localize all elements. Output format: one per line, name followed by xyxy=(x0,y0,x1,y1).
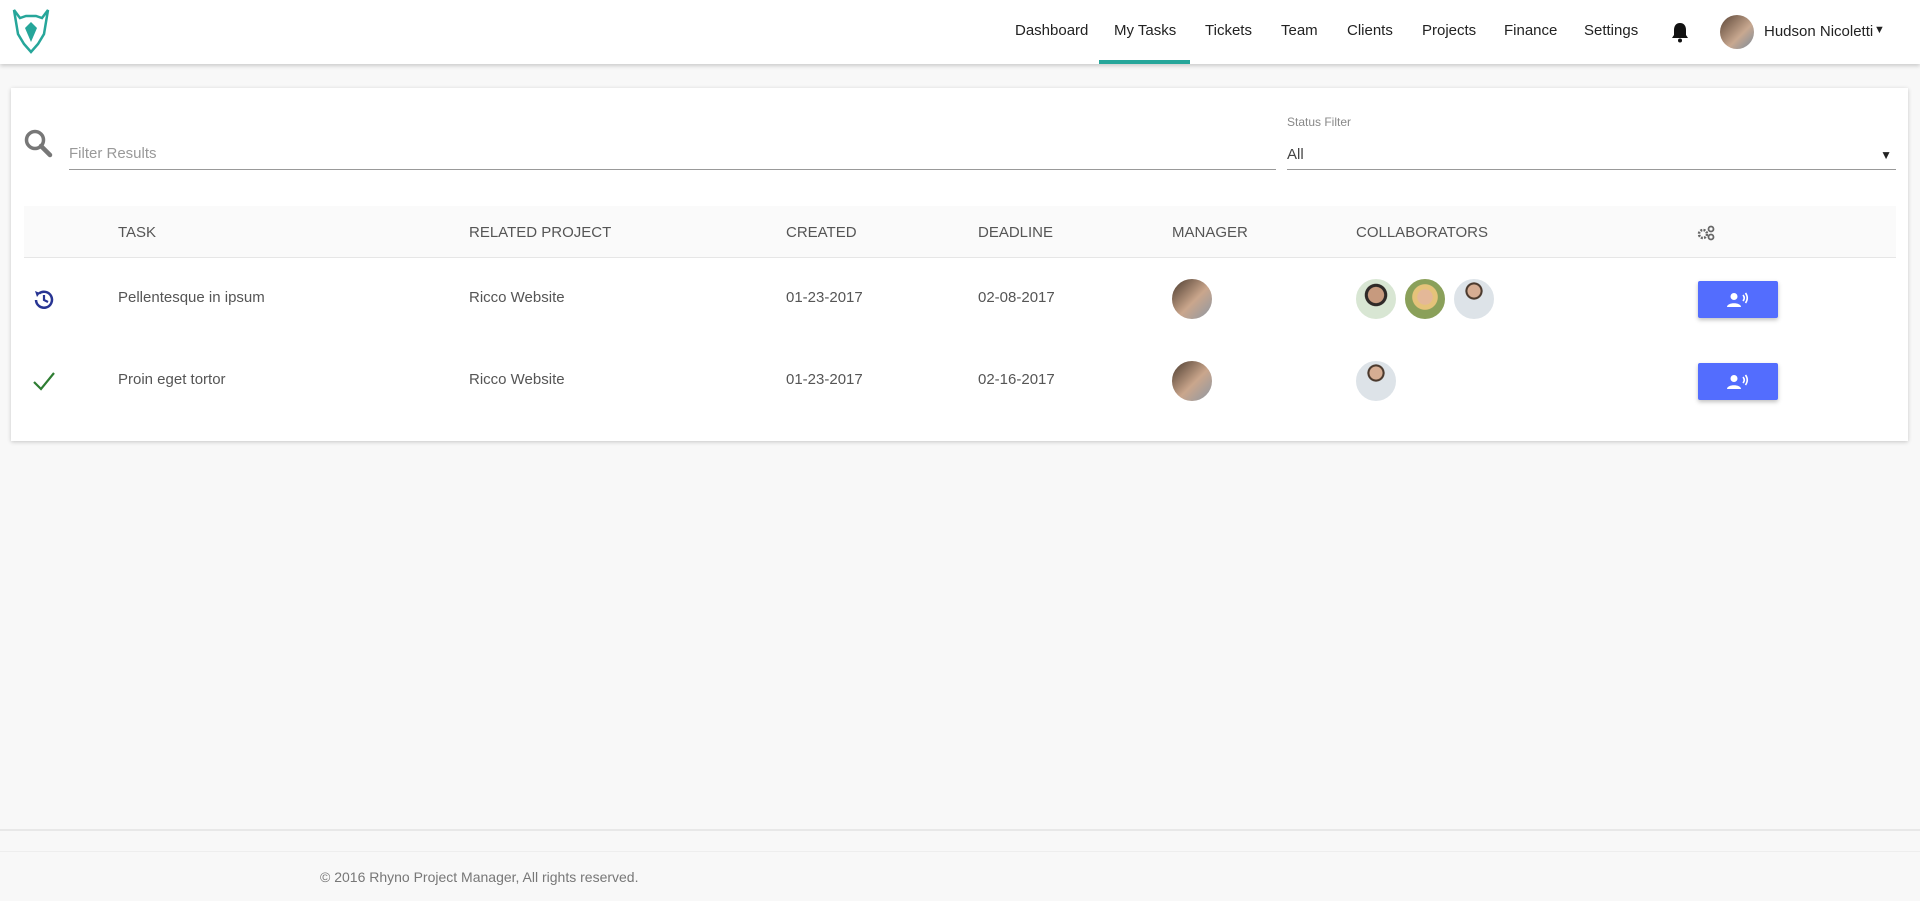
footer-divider xyxy=(0,829,1920,831)
active-tab-indicator xyxy=(1099,60,1190,64)
nav-settings[interactable]: Settings xyxy=(1584,22,1638,39)
collaborator-avatar[interactable] xyxy=(1354,359,1398,403)
user-voice-icon xyxy=(1727,292,1749,307)
bell-icon[interactable] xyxy=(1670,21,1690,43)
collaborator-avatar[interactable] xyxy=(1452,277,1496,321)
created-date: 01-23-2017 xyxy=(786,289,863,306)
status-filter-label: Status Filter xyxy=(1287,115,1352,129)
related-project[interactable]: Ricco Website xyxy=(469,289,565,306)
nav-team[interactable]: Team xyxy=(1281,22,1318,39)
task-name[interactable]: Proin eget tortor xyxy=(118,371,226,388)
deadline-date: 02-16-2017 xyxy=(978,371,1055,388)
rhino-logo-icon[interactable] xyxy=(10,8,52,54)
dropdown-arrow-icon: ▼ xyxy=(1880,148,1892,162)
table-row[interactable]: Proin eget tortor Ricco Website 01-23-20… xyxy=(11,340,1908,422)
nav-clients[interactable]: Clients xyxy=(1347,22,1393,39)
nav-finance[interactable]: Finance xyxy=(1504,22,1557,39)
collaborator-avatar[interactable] xyxy=(1403,277,1447,321)
nav-tickets[interactable]: Tickets xyxy=(1205,22,1252,39)
header-task[interactable]: TASK xyxy=(118,224,156,241)
manager-avatar[interactable] xyxy=(1170,277,1214,321)
manager-avatar[interactable] xyxy=(1170,359,1214,403)
user-name[interactable]: Hudson Nicoletti xyxy=(1764,23,1873,40)
manage-collaborators-button[interactable] xyxy=(1698,281,1778,318)
status-filter-value: All xyxy=(1287,146,1304,163)
header-collaborators[interactable]: COLLABORATORS xyxy=(1356,224,1488,241)
collaborator-avatar[interactable] xyxy=(1354,277,1398,321)
status-filter-select[interactable]: All ▼ xyxy=(1287,138,1896,170)
related-project[interactable]: Ricco Website xyxy=(469,371,565,388)
table-header: TASK RELATED PROJECT CREATED DEADLINE MA… xyxy=(24,206,1896,258)
user-voice-icon xyxy=(1727,374,1749,389)
filter-results-input[interactable] xyxy=(69,138,1276,170)
check-icon xyxy=(33,372,55,391)
search-icon xyxy=(24,129,53,158)
chevron-down-icon[interactable]: ▼ xyxy=(1874,24,1885,36)
nav-projects[interactable]: Projects xyxy=(1422,22,1476,39)
nav-dashboard[interactable]: Dashboard xyxy=(1015,22,1088,39)
footer-copyright: © 2016 Rhyno Project Manager, All rights… xyxy=(320,869,639,885)
top-navbar: Dashboard My Tasks Tickets Team Clients … xyxy=(0,0,1920,64)
deadline-date: 02-08-2017 xyxy=(978,289,1055,306)
task-name[interactable]: Pellentesque in ipsum xyxy=(118,289,265,306)
header-manager[interactable]: MANAGER xyxy=(1172,224,1248,241)
manage-collaborators-button[interactable] xyxy=(1698,363,1778,400)
nav-my-tasks[interactable]: My Tasks xyxy=(1114,22,1176,39)
user-avatar[interactable] xyxy=(1720,15,1754,49)
header-deadline[interactable]: DEADLINE xyxy=(978,224,1053,241)
table-row[interactable]: Pellentesque in ipsum Ricco Website 01-2… xyxy=(11,258,1908,340)
header-created[interactable]: CREATED xyxy=(786,224,857,241)
footer-divider xyxy=(0,851,1920,852)
tasks-card: Status Filter All ▼ TASK RELATED PROJECT … xyxy=(11,88,1908,441)
clock-refresh-icon xyxy=(34,290,54,309)
created-date: 01-23-2017 xyxy=(786,371,863,388)
header-related-project[interactable]: RELATED PROJECT xyxy=(469,224,611,241)
gears-icon xyxy=(1697,225,1715,241)
